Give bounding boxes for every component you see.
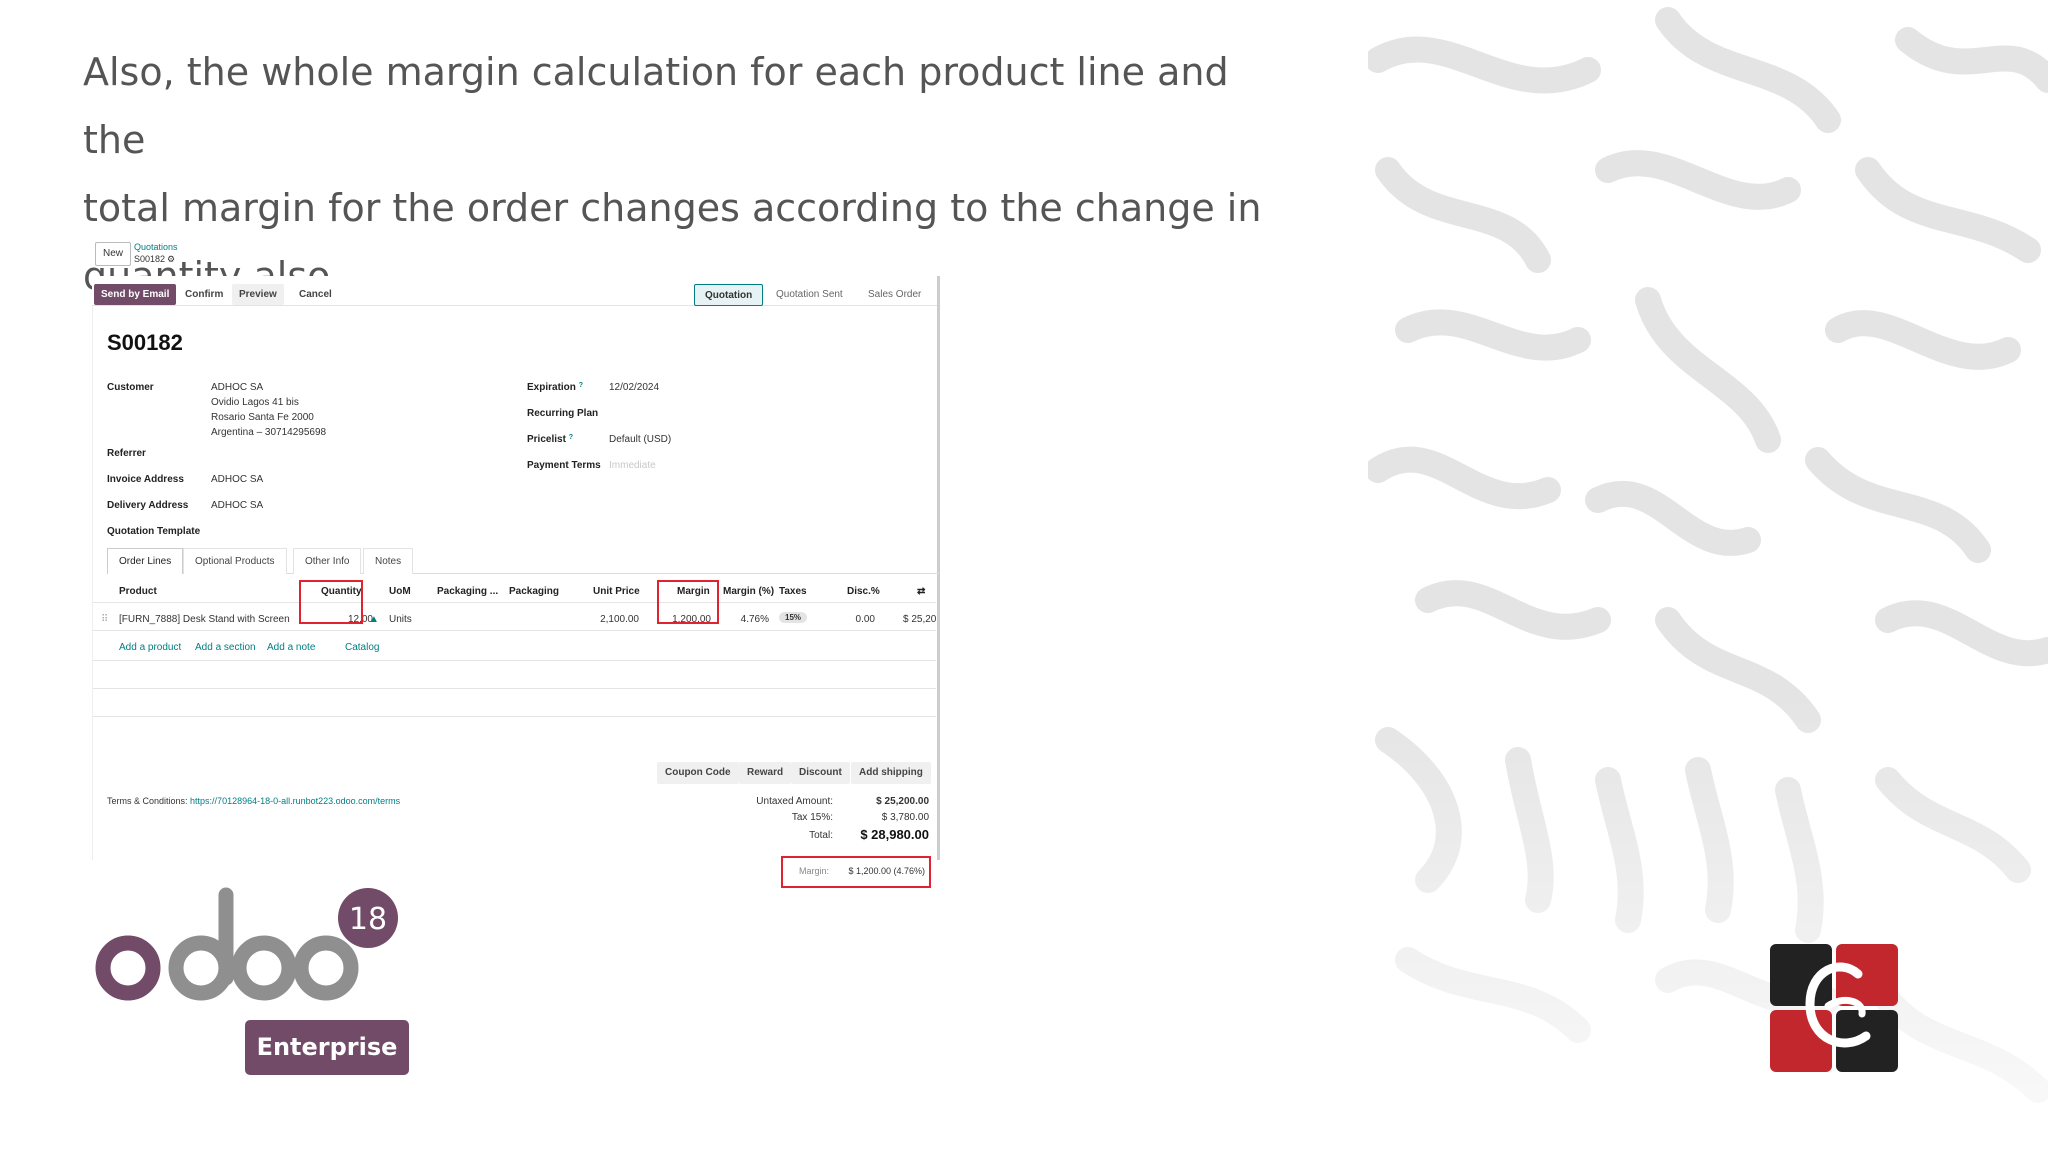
col-uom[interactable]: UoM bbox=[389, 586, 411, 597]
margin-highlight bbox=[657, 580, 719, 624]
payment-terms-field[interactable]: Immediate bbox=[609, 458, 656, 473]
notebook-tabs: Order Lines Optional Products Other Info… bbox=[107, 548, 939, 574]
untaxed-label: Untaxed Amount: bbox=[756, 796, 833, 807]
tab-notes[interactable]: Notes bbox=[363, 548, 414, 574]
column-settings-icon[interactable]: ⇄ bbox=[917, 586, 925, 597]
confirm-button[interactable]: Confirm bbox=[178, 284, 231, 305]
pricelist-label-text: Pricelist bbox=[527, 434, 566, 445]
add-product-link[interactable]: Add a product bbox=[119, 642, 181, 653]
new-button[interactable]: New bbox=[95, 242, 131, 266]
customer-address-1: Ovidio Lagos 41 bis bbox=[211, 397, 299, 408]
form-toolbar: Send by Email Confirm Preview Cancel Quo… bbox=[92, 276, 937, 306]
line-subtotal: $ 25,20 bbox=[903, 614, 937, 625]
enterprise-badge: Enterprise bbox=[245, 1020, 409, 1075]
tab-order-lines[interactable]: Order Lines bbox=[107, 548, 184, 574]
terms-link[interactable]: https://70128964-18-0-all.runbot223.odoo… bbox=[190, 796, 400, 806]
empty-row-divider bbox=[93, 688, 936, 689]
add-shipping-button[interactable]: Add shipping bbox=[851, 762, 931, 784]
form-panel: Send by Email Confirm Preview Cancel Quo… bbox=[92, 276, 940, 888]
invoice-address-field[interactable]: ADHOC SA bbox=[211, 472, 263, 487]
version-badge-text: 18 bbox=[349, 902, 387, 937]
stage-quotation-sent[interactable]: Quotation Sent bbox=[776, 284, 843, 306]
margin-total-value: $ 1,200.00 (4.76%) bbox=[848, 866, 925, 876]
col-packaging[interactable]: Packaging bbox=[509, 586, 559, 597]
empty-row-divider bbox=[93, 660, 936, 661]
catalog-link[interactable]: Catalog bbox=[345, 642, 379, 653]
tax-label: Tax 15%: bbox=[791, 812, 833, 823]
caption-line-2: total margin for the order changes accor… bbox=[83, 186, 1262, 230]
tab-other-info[interactable]: Other Info bbox=[293, 548, 362, 574]
col-margin-pct[interactable]: Margin (%) bbox=[723, 586, 774, 597]
reward-button[interactable]: Reward bbox=[739, 762, 792, 784]
row-divider bbox=[93, 630, 936, 631]
payment-terms-label: Payment Terms bbox=[527, 460, 601, 471]
stage-sales-order[interactable]: Sales Order bbox=[868, 284, 921, 306]
order-name: S00182 bbox=[107, 330, 183, 355]
col-packaging-qty[interactable]: Packaging ... bbox=[437, 586, 498, 597]
odoo-quotation-screenshot: New Quotations S00182 ⚙ Send by Email Con… bbox=[92, 240, 942, 888]
col-taxes[interactable]: Taxes bbox=[779, 586, 807, 597]
breadcrumb-quotations[interactable]: Quotations bbox=[134, 242, 178, 252]
slide: Also, the whole margin calculation for e… bbox=[0, 0, 2048, 1152]
total-value: $ 28,980.00 bbox=[860, 827, 929, 842]
header-divider bbox=[93, 602, 936, 603]
untaxed-value: $ 25,200.00 bbox=[876, 796, 929, 807]
discount-button[interactable]: Discount bbox=[791, 762, 850, 784]
drag-handle-icon[interactable]: ⠿ bbox=[101, 614, 108, 625]
forecast-chart-icon[interactable]: ▲ bbox=[369, 614, 379, 625]
terms-label: Terms & Conditions: bbox=[107, 796, 188, 806]
col-product[interactable]: Product bbox=[119, 586, 157, 597]
quotation-template-label: Quotation Template bbox=[107, 526, 201, 537]
line-unit-price[interactable]: 2,100.00 bbox=[593, 614, 639, 625]
customer-label: Customer bbox=[107, 382, 154, 393]
stage-quotation[interactable]: Quotation bbox=[694, 284, 764, 306]
line-discount[interactable]: 0.00 bbox=[845, 614, 875, 625]
add-section-link[interactable]: Add a section bbox=[195, 642, 256, 653]
add-note-link[interactable]: Add a note bbox=[267, 642, 315, 653]
customer-address-3: Argentina – 30714295698 bbox=[211, 427, 327, 438]
company-logo bbox=[1770, 944, 1898, 1072]
breadcrumb-record: S00182 ⚙ bbox=[134, 254, 175, 265]
customer-name: ADHOC SA bbox=[211, 382, 264, 393]
background-pattern bbox=[1368, 0, 2048, 1152]
gear-icon[interactable]: ⚙ bbox=[167, 254, 175, 264]
empty-row-divider bbox=[93, 716, 936, 717]
help-icon[interactable]: ? bbox=[579, 382, 583, 389]
preview-button[interactable]: Preview bbox=[232, 284, 284, 305]
coupon-code-button[interactable]: Coupon Code bbox=[657, 762, 739, 784]
help-icon[interactable]: ? bbox=[569, 434, 573, 441]
breadcrumb-record-name: S00182 bbox=[134, 254, 166, 264]
tax-badge: 15% bbox=[779, 612, 808, 623]
invoice-address-label: Invoice Address bbox=[107, 474, 184, 485]
line-margin-pct: 4.76% bbox=[740, 614, 769, 625]
referrer-label: Referrer bbox=[107, 448, 146, 459]
tax-value: $ 3,780.00 bbox=[881, 812, 929, 823]
line-uom[interactable]: Units bbox=[389, 614, 412, 625]
margin-total-label: Margin: bbox=[798, 866, 829, 876]
delivery-address-label: Delivery Address bbox=[107, 500, 189, 511]
cancel-button[interactable]: Cancel bbox=[292, 284, 339, 305]
customer-field[interactable]: ADHOC SA Ovidio Lagos 41 bis Rosario San… bbox=[211, 380, 326, 440]
pricelist-label: Pricelist ? bbox=[527, 434, 573, 445]
total-label: Total: bbox=[809, 830, 833, 841]
pricelist-field[interactable]: Default (USD) bbox=[609, 432, 671, 447]
line-taxes[interactable]: 15% bbox=[779, 612, 808, 623]
col-discount[interactable]: Disc.% bbox=[847, 586, 880, 597]
quotation-form: S00182 Customer ADHOC SA Ovidio Lagos 41… bbox=[92, 306, 939, 888]
expiration-field[interactable]: 12/02/2024 bbox=[609, 380, 659, 395]
customer-address-2: Rosario Santa Fe 2000 bbox=[211, 412, 314, 423]
quantity-highlight bbox=[299, 580, 363, 624]
caption-line-1: Also, the whole margin calculation for e… bbox=[83, 50, 1229, 162]
tab-optional-products[interactable]: Optional Products bbox=[183, 548, 287, 574]
col-unit-price[interactable]: Unit Price bbox=[593, 586, 640, 597]
expiration-label: Expiration ? bbox=[527, 382, 583, 393]
delivery-address-field[interactable]: ADHOC SA bbox=[211, 498, 263, 513]
terms-and-conditions: Terms & Conditions: https://70128964-18-… bbox=[107, 794, 400, 809]
line-product[interactable]: [FURN_7888] Desk Stand with Screen bbox=[119, 614, 290, 625]
expiration-label-text: Expiration bbox=[527, 382, 576, 393]
send-by-email-button[interactable]: Send by Email bbox=[94, 284, 177, 305]
recurring-plan-label: Recurring Plan bbox=[527, 408, 599, 419]
